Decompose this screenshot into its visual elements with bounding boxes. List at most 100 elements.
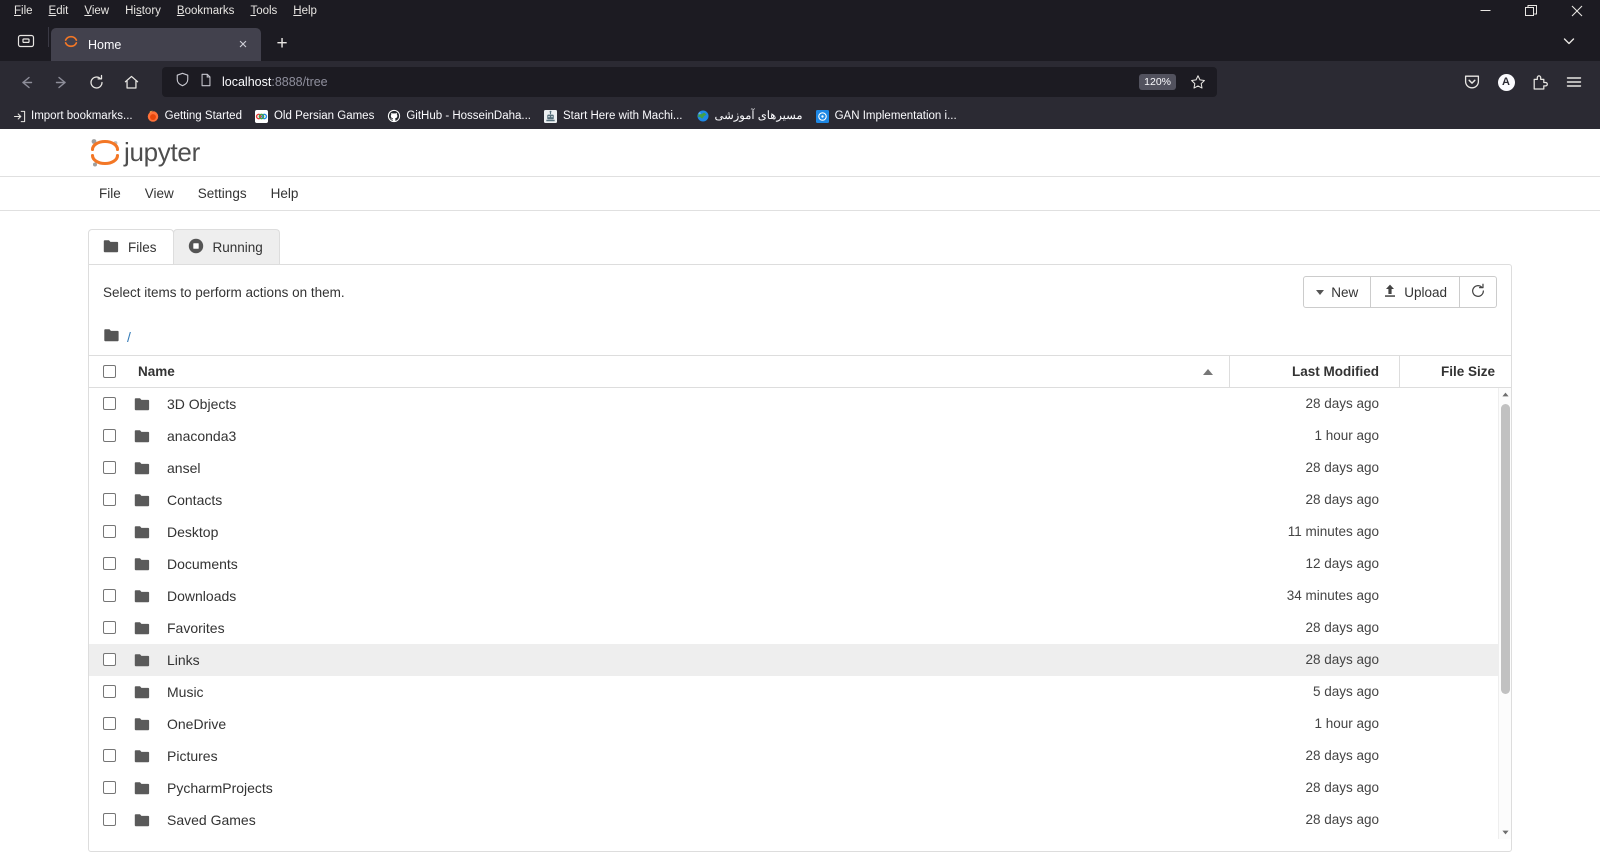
header-last-modified[interactable]: Last Modified (1229, 355, 1399, 388)
pocket-icon[interactable] (1456, 67, 1488, 98)
table-row[interactable]: anaconda3 1 hour ago (89, 420, 1511, 452)
row-name[interactable]: Desktop (167, 524, 1229, 540)
folder-icon[interactable] (103, 328, 120, 347)
menu-file[interactable]: File (6, 2, 41, 20)
table-row[interactable]: Saved Games 28 days ago (89, 804, 1511, 836)
jupyter-menu-help[interactable]: Help (260, 181, 310, 206)
row-name[interactable]: anaconda3 (167, 428, 1229, 444)
refresh-button[interactable] (1460, 276, 1497, 308)
bookmark-getting-started[interactable]: Getting Started (140, 106, 248, 126)
row-checkbox[interactable] (103, 429, 116, 442)
close-icon[interactable] (1554, 0, 1600, 21)
row-checkbox[interactable] (103, 557, 116, 570)
files-scrollbar[interactable] (1498, 388, 1511, 839)
row-checkbox[interactable] (103, 621, 116, 634)
table-row[interactable]: Downloads 34 minutes ago (89, 580, 1511, 612)
row-checkbox[interactable] (103, 781, 116, 794)
menu-view[interactable]: View (76, 2, 117, 20)
header-file-size[interactable]: File Size (1399, 355, 1511, 388)
row-name[interactable]: Saved Games (167, 812, 1229, 828)
table-row[interactable]: Favorites 28 days ago (89, 612, 1511, 644)
table-row[interactable]: ansel 28 days ago (89, 452, 1511, 484)
table-row[interactable]: Links 28 days ago (89, 644, 1511, 676)
table-row[interactable]: OneDrive 1 hour ago (89, 708, 1511, 740)
row-name[interactable]: Pictures (167, 748, 1229, 764)
upload-button[interactable]: Upload (1371, 276, 1460, 308)
table-row[interactable]: Music 5 days ago (89, 676, 1511, 708)
menu-help[interactable]: Help (285, 2, 325, 20)
new-button[interactable]: New (1303, 276, 1372, 308)
bookmark-github[interactable]: GitHub - HosseinDaha... (381, 106, 537, 126)
jupyter-menu-view[interactable]: View (134, 181, 185, 206)
row-name[interactable]: Music (167, 684, 1229, 700)
jupyter-logo[interactable]: jupyter (88, 134, 200, 172)
address-bar[interactable]: localhost:8888/tree 120% (162, 67, 1217, 97)
star-icon[interactable] (1185, 69, 1211, 95)
zoom-level-badge[interactable]: 120% (1139, 74, 1176, 90)
shield-icon[interactable] (175, 72, 190, 92)
table-row[interactable]: Desktop 11 minutes ago (89, 516, 1511, 548)
firefox-view-icon[interactable] (4, 21, 48, 61)
row-checkbox[interactable] (103, 589, 116, 602)
tab-close-icon[interactable]: × (233, 35, 253, 55)
select-all-checkbox[interactable] (103, 365, 116, 378)
bookmark-gan-implementation[interactable]: GAN Implementation i... (810, 106, 963, 126)
tab-files[interactable]: Files (88, 229, 174, 264)
hamburger-menu-icon[interactable] (1558, 67, 1590, 98)
table-row[interactable]: PycharmProjects 28 days ago (89, 772, 1511, 804)
reload-icon[interactable] (80, 67, 113, 98)
breadcrumb-root[interactable]: / (127, 329, 131, 345)
row-name[interactable]: OneDrive (167, 716, 1229, 732)
row-name[interactable]: Downloads (167, 588, 1229, 604)
restore-icon[interactable] (1508, 0, 1554, 21)
bookmark-old-persian-games[interactable]: Old Persian Games (249, 106, 380, 126)
row-name[interactable]: Contacts (167, 492, 1229, 508)
bookmark-import-bookmarks[interactable]: Import bookmarks... (6, 106, 139, 126)
menu-edit[interactable]: Edit (41, 2, 77, 20)
minimize-icon[interactable] (1462, 0, 1508, 21)
table-row[interactable]: 3D Objects 28 days ago (89, 388, 1511, 420)
jupyter-menu-settings[interactable]: Settings (187, 181, 258, 206)
new-tab-button[interactable]: + (267, 29, 297, 59)
account-avatar[interactable]: A (1490, 67, 1522, 98)
menu-history[interactable]: History (117, 2, 169, 20)
bookmark-start-here-machine-learning[interactable]: Start Here with Machi... (538, 106, 689, 126)
row-name[interactable]: Links (167, 652, 1229, 668)
row-checkbox[interactable] (103, 525, 116, 538)
extensions-icon[interactable] (1524, 67, 1556, 98)
row-checkbox[interactable] (103, 813, 116, 826)
bookmark-persian-learning-paths[interactable]: مسیرهای آموزشی (690, 106, 809, 126)
row-checkbox[interactable] (103, 749, 116, 762)
url-text[interactable]: localhost:8888/tree (222, 75, 1130, 89)
forward-arrow-icon[interactable] (45, 67, 78, 98)
scrollbar-thumb[interactable] (1501, 404, 1510, 694)
menu-tools[interactable]: Tools (242, 2, 285, 20)
header-name-label[interactable]: Name (138, 364, 175, 379)
scroll-down-arrow[interactable] (1499, 826, 1511, 839)
home-icon[interactable] (115, 67, 148, 98)
chevron-down-icon[interactable] (1552, 26, 1586, 56)
jupyter-menu-file[interactable]: File (88, 181, 132, 206)
row-name[interactable]: ansel (167, 460, 1229, 476)
table-row[interactable]: Documents 12 days ago (89, 548, 1511, 580)
scroll-up-arrow[interactable] (1499, 388, 1511, 401)
tab-running[interactable]: Running (172, 229, 280, 264)
table-row[interactable]: Contacts 28 days ago (89, 484, 1511, 516)
row-name[interactable]: 3D Objects (167, 396, 1229, 412)
github-icon (387, 109, 401, 123)
row-checkbox[interactable] (103, 717, 116, 730)
row-name[interactable]: PycharmProjects (167, 780, 1229, 796)
row-checkbox[interactable] (103, 397, 116, 410)
row-name[interactable]: Favorites (167, 620, 1229, 636)
browser-tab-home[interactable]: Home × (51, 28, 261, 61)
row-checkbox[interactable] (103, 685, 116, 698)
row-checkbox[interactable] (103, 653, 116, 666)
menu-bookmarks[interactable]: Bookmarks (169, 2, 243, 20)
table-row[interactable]: Pictures 28 days ago (89, 740, 1511, 772)
row-checkbox[interactable] (103, 493, 116, 506)
row-checkbox[interactable] (103, 461, 116, 474)
sort-ascending-icon[interactable] (1203, 368, 1229, 375)
row-name[interactable]: Documents (167, 556, 1229, 572)
back-arrow-icon[interactable] (10, 67, 43, 98)
page-icon[interactable] (199, 73, 213, 92)
